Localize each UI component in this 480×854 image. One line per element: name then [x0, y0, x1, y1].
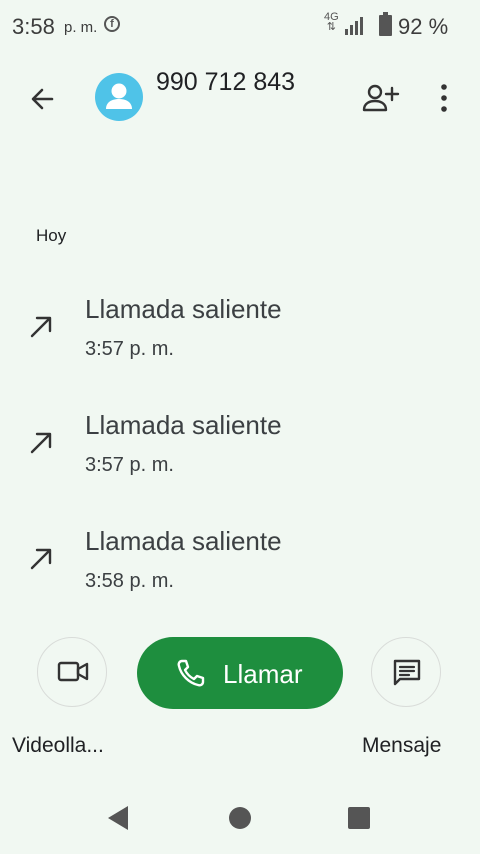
avatar [95, 73, 143, 121]
call-time: 3:57 p. m. [85, 338, 174, 360]
outgoing-call-icon [30, 316, 52, 338]
signal-icon [345, 17, 363, 35]
person-add-icon [362, 84, 400, 112]
call-button[interactable]: Llamar [137, 637, 343, 709]
facebook-icon: f [104, 16, 120, 32]
call-time: 3:58 p. m. [85, 570, 174, 592]
outgoing-call-icon [30, 548, 52, 570]
network-type: 4G ⇅ [324, 11, 339, 33]
navigation-bar [0, 790, 480, 854]
more-options-button[interactable] [430, 80, 458, 116]
battery-icon [379, 12, 392, 36]
call-type: Llamada saliente [85, 526, 282, 556]
nav-recents-icon[interactable] [348, 807, 370, 829]
call-button-label: Llamar [223, 659, 303, 689]
add-contact-button[interactable] [360, 80, 402, 116]
video-call-button[interactable] [37, 637, 107, 707]
nav-home-icon[interactable] [229, 807, 251, 829]
app-bar: 990 712 843 [0, 52, 480, 142]
message-label: Mensaje [362, 734, 442, 757]
arrow-back-icon [31, 88, 54, 110]
nav-back-icon[interactable] [106, 805, 130, 831]
person-icon [106, 83, 132, 109]
call-time: 3:57 p. m. [85, 454, 174, 476]
outgoing-call-icon [30, 432, 52, 454]
message-button[interactable] [371, 637, 441, 707]
call-log-item[interactable]: Llamada saliente 3:58 p. m. [0, 522, 480, 622]
contact-number: 990 712 843 [156, 68, 296, 96]
video-call-label: Videolla... [12, 734, 104, 757]
call-type: Llamada saliente [85, 410, 282, 440]
battery-percent: 92 % [398, 14, 449, 39]
call-log-item[interactable]: Llamada saliente 3:57 p. m. [0, 290, 480, 390]
status-time: 3:58 [12, 14, 55, 39]
videocam-icon [57, 661, 89, 682]
back-button[interactable] [22, 80, 62, 120]
call-type: Llamada saliente [85, 294, 282, 324]
more-vert-icon [441, 84, 447, 112]
message-icon [393, 659, 421, 686]
call-log-item[interactable]: Llamada saliente 3:57 p. m. [0, 406, 480, 506]
status-ampm: p. m. [64, 19, 98, 36]
section-title-today: Hoy [36, 226, 67, 245]
phone-icon [177, 659, 205, 687]
status-bar: 3:58 p. m. f 4G ⇅ 92 % [0, 0, 480, 52]
